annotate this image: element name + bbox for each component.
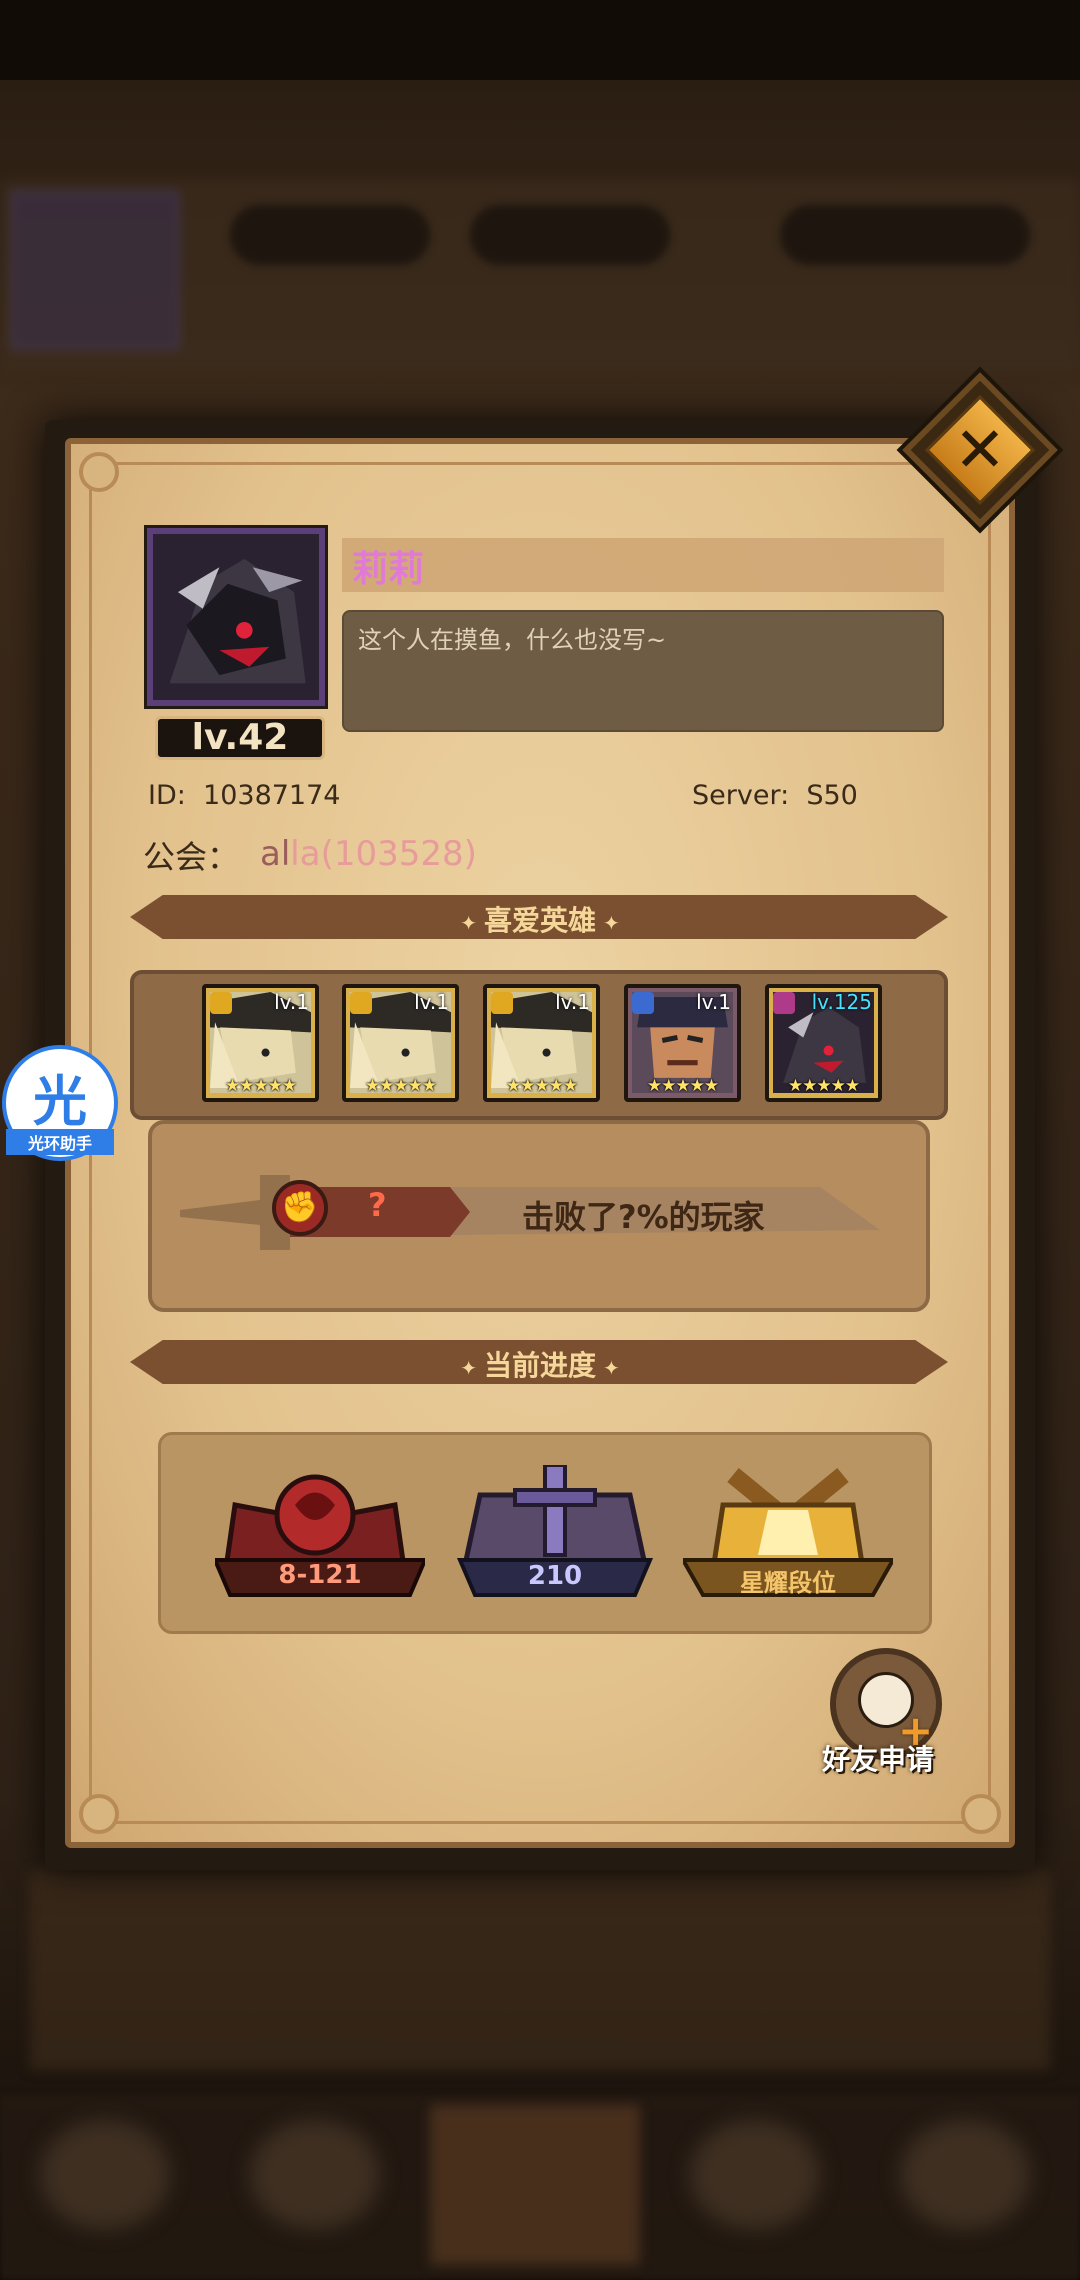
friend-request-label: 好友申请 — [822, 1743, 935, 1776]
hero-level: lv.1 — [555, 990, 590, 1014]
campaign-progress[interactable]: 8-121 — [211, 1465, 429, 1605]
avatar[interactable] — [147, 528, 325, 706]
server-value: S50 — [806, 780, 858, 811]
background-nav-item — [40, 2120, 170, 2230]
player-level-tag: lv.42 — [155, 716, 325, 760]
background-nav-item — [690, 2120, 820, 2230]
campaign-progress-label: 8-121 — [278, 1560, 362, 1590]
id-value: 10387174 — [203, 780, 341, 811]
background-panel — [30, 1870, 1050, 2070]
favorite-heroes-title: ✦ 喜爱英雄 ✦ — [0, 899, 1080, 939]
hero-stars: ★★★★★ — [646, 1076, 719, 1096]
hero-level: lv.1 — [696, 990, 731, 1014]
current-progress-title: ✦ 当前进度 ✦ — [0, 1344, 1080, 1384]
current-progress-title-text: 当前进度 — [483, 1349, 596, 1382]
hero-class-icon — [632, 992, 654, 1014]
server-label: Server: — [692, 780, 790, 811]
player-signature: 这个人在摸鱼，什么也没写~ — [358, 626, 667, 654]
guild-value[interactable]: alla(103528) — [260, 834, 477, 874]
assistant-label: 光环助手 — [6, 1129, 114, 1155]
player-id: ID: 10387174 — [148, 780, 340, 811]
rank-progress[interactable]: 星耀段位 — [679, 1465, 897, 1605]
player-name: 莉莉 — [352, 549, 425, 590]
hero-card[interactable]: lv.1 ★★★★★ — [624, 984, 741, 1102]
guild-label: 公会： — [143, 838, 240, 876]
hero-level: lv.1 — [414, 990, 449, 1014]
guild-value-prefix: al — [260, 834, 291, 874]
hero-class-icon — [773, 992, 795, 1014]
corner-ornament — [79, 1794, 119, 1834]
hero-stars: ★★★★★ — [364, 1076, 437, 1096]
hero-card[interactable]: lv.1 ★★★★★ — [202, 984, 319, 1102]
background-gold-pill — [470, 205, 670, 265]
banner-ornament-icon: ✦ — [460, 1356, 484, 1380]
defeat-percentage-text: 击败了?%的玩家 — [522, 1198, 765, 1236]
assistant-float-button[interactable]: 光 光环助手 — [2, 1045, 118, 1161]
background-nav-active — [430, 2105, 640, 2265]
hero-class-icon — [491, 992, 513, 1014]
corner-ornament — [961, 1794, 1001, 1834]
hero-stars: ★★★★★ — [505, 1076, 578, 1096]
hero-class-icon — [210, 992, 232, 1014]
close-icon: ✕ — [954, 413, 1006, 486]
background-level-pill — [230, 205, 430, 265]
banner-ornament-icon: ✦ — [460, 911, 484, 935]
player-server: Server: S50 — [692, 780, 858, 811]
hero-stars: ★★★★★ — [224, 1076, 297, 1096]
background-avatar — [10, 190, 180, 350]
hero-class-icon — [350, 992, 372, 1014]
hero-card[interactable]: lv.125 ★★★★★ — [765, 984, 882, 1102]
guild-value-rest: la(103528) — [290, 834, 477, 874]
corner-ornament — [79, 452, 119, 492]
hero-level: lv.1 — [274, 990, 309, 1014]
favorite-heroes-title-text: 喜爱英雄 — [483, 904, 596, 937]
id-label: ID: — [148, 780, 186, 811]
hero-card[interactable]: lv.1 ★★★★★ — [342, 984, 459, 1102]
hero-stars: ★★★★★ — [787, 1076, 860, 1096]
hero-card[interactable]: lv.1 ★★★★★ — [483, 984, 600, 1102]
background-gem-pill — [780, 205, 1030, 265]
tower-progress[interactable]: 210 — [450, 1463, 660, 1605]
background-nav-item — [900, 2120, 1030, 2230]
rank-progress-label: 星耀段位 — [740, 1569, 836, 1597]
rank-value: ? — [368, 1186, 387, 1224]
dark-knight-portrait-icon — [153, 534, 319, 700]
assistant-logo-icon: 光 — [33, 1070, 87, 1133]
fist-icon: ✊ — [272, 1180, 328, 1236]
banner-ornament-icon: ✦ — [596, 911, 620, 935]
background-nav-item — [250, 2120, 380, 2230]
hero-level: lv.125 — [811, 990, 872, 1014]
tower-progress-label: 210 — [527, 1561, 583, 1591]
banner-ornament-icon: ✦ — [596, 1356, 620, 1380]
name-bar — [342, 538, 944, 592]
